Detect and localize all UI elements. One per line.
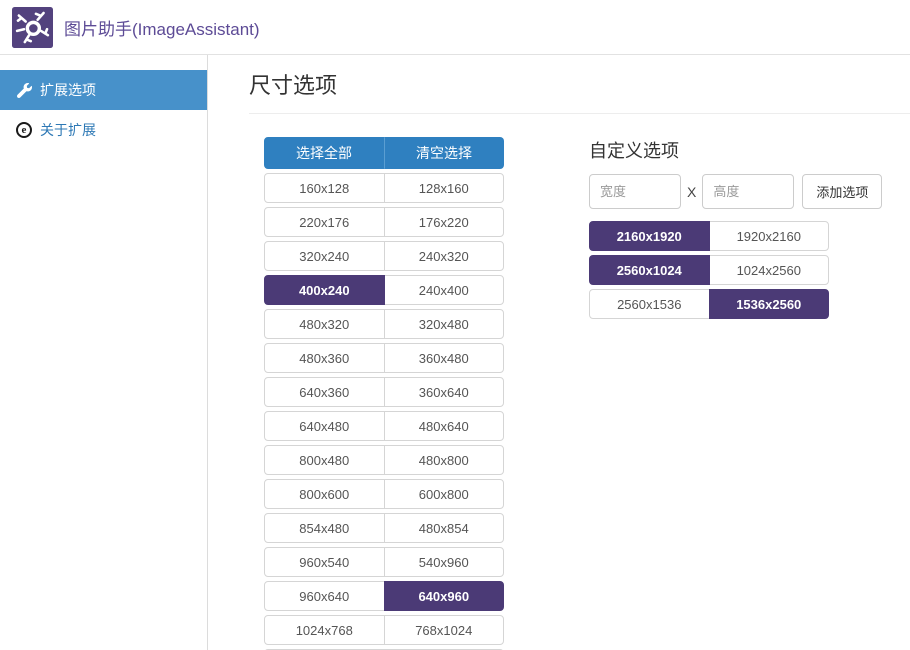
preset-size-option-128x160[interactable]: 128x160 xyxy=(384,173,505,203)
preset-size-option-360x480[interactable]: 360x480 xyxy=(384,343,505,373)
preset-size-row: 480x360360x480 xyxy=(264,343,504,373)
app-header: 图片助手(ImageAssistant) xyxy=(0,0,910,55)
preset-size-option-768x1024[interactable]: 768x1024 xyxy=(384,615,505,645)
custom-size-option-2160x1920[interactable]: 2160x1920 xyxy=(589,221,710,251)
preset-size-row: 960x640640x960 xyxy=(264,581,504,611)
custom-size-option-2560x1024[interactable]: 2560x1024 xyxy=(589,255,710,285)
custom-size-row: 2560x15361536x2560 xyxy=(589,289,829,319)
preset-size-option-220x176[interactable]: 220x176 xyxy=(264,207,385,237)
custom-options-title: 自定义选项 xyxy=(589,137,882,163)
preset-size-option-480x640[interactable]: 480x640 xyxy=(384,411,505,441)
preset-size-option-480x360[interactable]: 480x360 xyxy=(264,343,385,373)
select-all-button[interactable]: 选择全部 xyxy=(264,137,384,169)
sidebar-item-about-extension[interactable]: e 关于扩展 xyxy=(0,110,207,150)
preset-size-row: 400x240240x400 xyxy=(264,275,504,305)
preset-size-option-360x640[interactable]: 360x640 xyxy=(384,377,505,407)
preset-size-row: 800x600600x800 xyxy=(264,479,504,509)
preset-size-option-640x360[interactable]: 640x360 xyxy=(264,377,385,407)
preset-size-option-176x220[interactable]: 176x220 xyxy=(384,207,505,237)
custom-size-form: X 添加选项 xyxy=(589,174,882,209)
preset-size-row: 960x540540x960 xyxy=(264,547,504,577)
preset-size-option-160x128[interactable]: 160x128 xyxy=(264,173,385,203)
page-title: 尺寸选项 xyxy=(249,55,910,114)
custom-size-row: 2560x10241024x2560 xyxy=(589,255,829,285)
preset-size-option-320x480[interactable]: 320x480 xyxy=(384,309,505,339)
custom-size-option-1536x2560[interactable]: 1536x2560 xyxy=(709,289,830,319)
preset-size-grid: 选择全部 清空选择 160x128128x160 220x176176x220 32… xyxy=(264,137,504,650)
app-logo-icon xyxy=(12,6,53,49)
preset-size-option-240x320[interactable]: 240x320 xyxy=(384,241,505,271)
preset-size-row: 640x360360x640 xyxy=(264,377,504,407)
preset-size-option-854x480[interactable]: 854x480 xyxy=(264,513,385,543)
preset-size-option-600x800[interactable]: 600x800 xyxy=(384,479,505,509)
width-input[interactable] xyxy=(589,174,681,209)
grid-action-row: 选择全部 清空选择 xyxy=(264,137,504,169)
sidebar-item-extension-options[interactable]: 扩展选项 xyxy=(0,70,207,110)
preset-size-option-320x240[interactable]: 320x240 xyxy=(264,241,385,271)
app-title: 图片助手(ImageAssistant) xyxy=(64,15,260,40)
preset-size-option-480x854[interactable]: 480x854 xyxy=(384,513,505,543)
preset-size-option-960x540[interactable]: 960x540 xyxy=(264,547,385,577)
preset-size-option-800x480[interactable]: 800x480 xyxy=(264,445,385,475)
height-input[interactable] xyxy=(702,174,794,209)
custom-size-option-1920x2160[interactable]: 1920x2160 xyxy=(709,221,830,251)
preset-size-option-480x800[interactable]: 480x800 xyxy=(384,445,505,475)
preset-size-row: 320x240240x320 xyxy=(264,241,504,271)
custom-options-section: 自定义选项 X 添加选项 2160x19201920x2160 2560x1024… xyxy=(589,137,882,650)
preset-size-row: 220x176176x220 xyxy=(264,207,504,237)
preset-size-option-240x400[interactable]: 240x400 xyxy=(384,275,505,305)
sidebar: 扩展选项 e 关于扩展 xyxy=(0,55,208,650)
preset-size-row: 800x480480x800 xyxy=(264,445,504,475)
preset-size-option-640x480[interactable]: 640x480 xyxy=(264,411,385,441)
preset-size-row: 160x128128x160 xyxy=(264,173,504,203)
wrench-icon xyxy=(15,81,33,99)
preset-size-row: 480x320320x480 xyxy=(264,309,504,339)
preset-size-option-1024x768[interactable]: 1024x768 xyxy=(264,615,385,645)
preset-size-row: 854x480480x854 xyxy=(264,513,504,543)
about-icon: e xyxy=(15,121,33,139)
sidebar-item-label: 关于扩展 xyxy=(40,120,96,140)
clear-selection-button[interactable]: 清空选择 xyxy=(384,137,504,169)
custom-size-row: 2160x19201920x2160 xyxy=(589,221,829,251)
add-option-button[interactable]: 添加选项 xyxy=(802,174,882,209)
preset-size-row: 1024x768768x1024 xyxy=(264,615,504,645)
custom-size-option-2560x1536[interactable]: 2560x1536 xyxy=(589,289,710,319)
preset-size-option-400x240[interactable]: 400x240 xyxy=(264,275,385,305)
preset-size-option-800x600[interactable]: 800x600 xyxy=(264,479,385,509)
preset-size-option-960x640[interactable]: 960x640 xyxy=(264,581,385,611)
dimension-separator: X xyxy=(687,184,696,200)
custom-size-option-1024x2560[interactable]: 1024x2560 xyxy=(709,255,830,285)
main-content: 尺寸选项 选择全部 清空选择 160x128128x160 220x176176x… xyxy=(209,55,910,650)
preset-size-row: 640x480480x640 xyxy=(264,411,504,441)
preset-size-option-480x320[interactable]: 480x320 xyxy=(264,309,385,339)
preset-size-option-540x960[interactable]: 540x960 xyxy=(384,547,505,577)
preset-size-option-640x960[interactable]: 640x960 xyxy=(384,581,505,611)
sidebar-item-label: 扩展选项 xyxy=(40,80,96,100)
